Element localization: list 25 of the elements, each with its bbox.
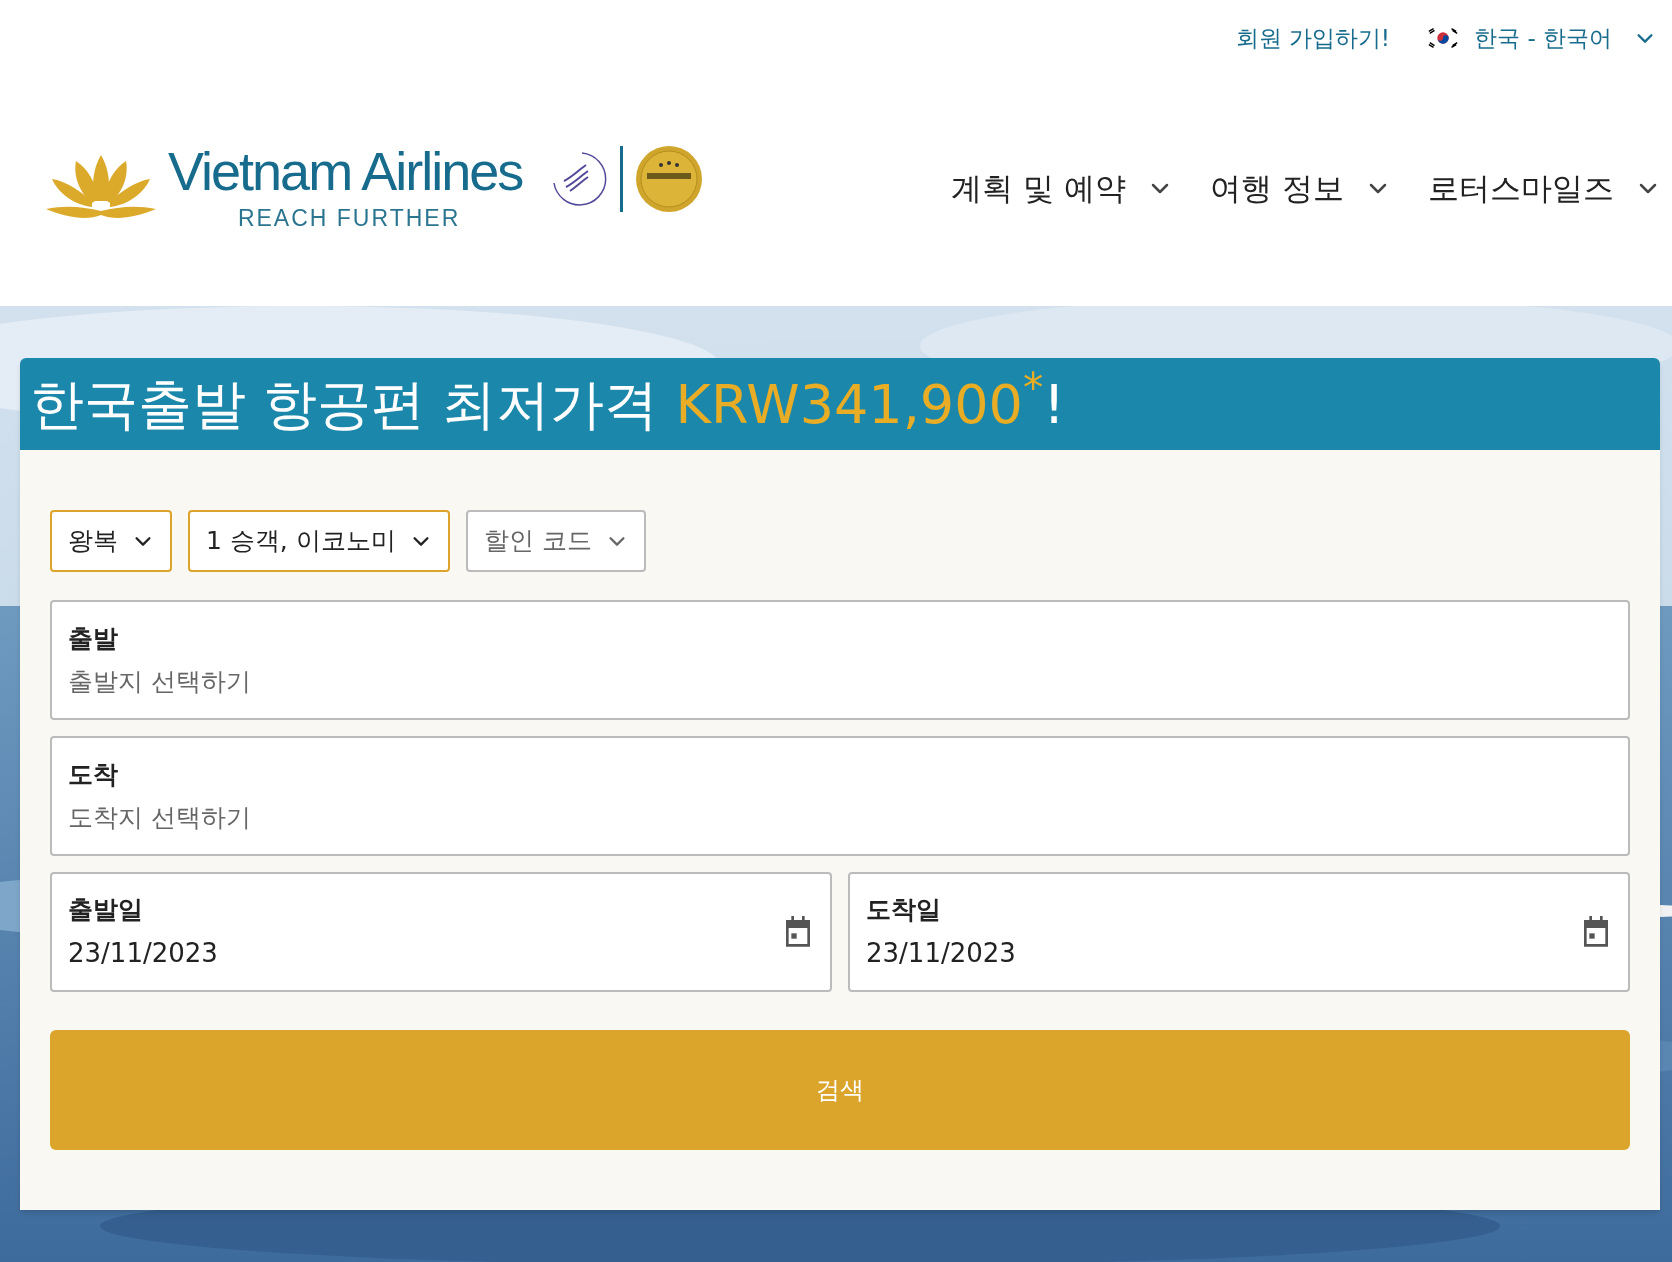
- option-dropdown[interactable]: 할인 코드: [465, 510, 646, 572]
- brand-tagline: REACH FURTHER: [237, 203, 461, 233]
- airport-input[interactable]: 출발지 선택하기: [68, 663, 1612, 701]
- field-label: 도착일: [866, 893, 942, 926]
- brand-name: Vietnam Airlines: [168, 140, 523, 201]
- nav-menu-item[interactable]: 여행 정보: [1210, 164, 1390, 212]
- date-value: 23/11/2023: [866, 937, 1016, 971]
- signup-link[interactable]: 회원 가입하기!: [1235, 20, 1391, 56]
- nav-menu-item[interactable]: 계획 및 예약: [951, 164, 1173, 212]
- option-dropdown[interactable]: 왕복: [50, 510, 172, 572]
- airport-input[interactable]: 도착지 선택하기: [68, 799, 1612, 837]
- field-label: 출발일: [68, 893, 144, 926]
- airport-field[interactable]: 출발 출발지 선택하기: [50, 600, 1630, 720]
- lotus-logo-icon: [46, 155, 156, 221]
- field-label: 출발: [68, 622, 119, 655]
- language-selector[interactable]: 한국 - 한국어: [1426, 20, 1656, 56]
- award-badge-icon: [635, 145, 704, 213]
- date-field[interactable]: 출발일 23/11/2023: [50, 872, 832, 992]
- airport-field[interactable]: 도착 도착지 선택하기: [50, 736, 1630, 856]
- nav-menu-item[interactable]: 로터스마일즈: [1428, 164, 1660, 212]
- date-field[interactable]: 도착일 23/11/2023: [848, 872, 1630, 992]
- offer-headline: 한국출발 항공편 최저가격 KRW341,900$^{*}$!: [30, 363, 1065, 438]
- field-label: 도착: [68, 758, 119, 791]
- date-value: 23/11/2023: [68, 937, 218, 971]
- option-dropdown[interactable]: 1 승객, 이코노미: [188, 510, 450, 572]
